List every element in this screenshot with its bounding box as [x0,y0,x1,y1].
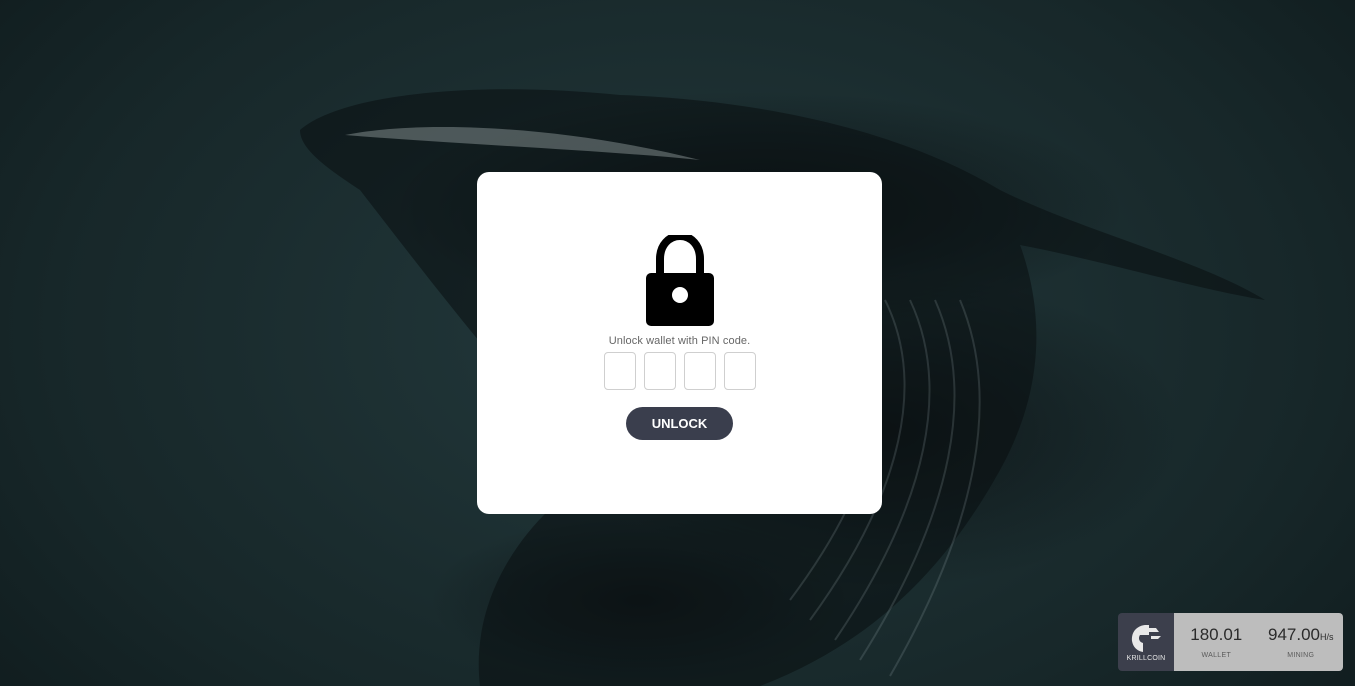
status-widget[interactable]: KRILLCOIN 180.01 WALLET 947.00H/s MINING [1118,613,1343,671]
pin-inputs [603,352,756,390]
mining-unit: H/s [1320,632,1334,642]
wallet-stats: 180.01 WALLET 947.00H/s MINING [1174,613,1343,671]
pin-digit-4[interactable] [723,352,756,390]
pin-digit-3[interactable] [683,352,716,390]
mining-value-row: 947.00H/s [1268,625,1334,645]
mining-label: MINING [1287,652,1315,659]
pin-digit-1[interactable] [603,352,636,390]
mining-value: 947.00 [1268,625,1320,644]
brand-name: KRILLCOIN [1126,654,1166,662]
wallet-stat: 180.01 WALLET [1174,613,1259,671]
unlock-prompt: Unlock wallet with PIN code. [608,335,751,347]
krillcoin-logo-icon [1131,624,1161,652]
wallet-label: WALLET [1201,652,1232,659]
wallet-value: 180.01 [1190,625,1243,644]
unlock-button[interactable]: UNLOCK [626,407,733,440]
brand-logo: KRILLCOIN [1118,613,1174,671]
mining-stat: 947.00H/s MINING [1259,613,1344,671]
unlock-dialog: Unlock wallet with PIN code. UNLOCK [477,172,882,514]
pin-digit-2[interactable] [643,352,676,390]
lock-icon [645,235,714,326]
